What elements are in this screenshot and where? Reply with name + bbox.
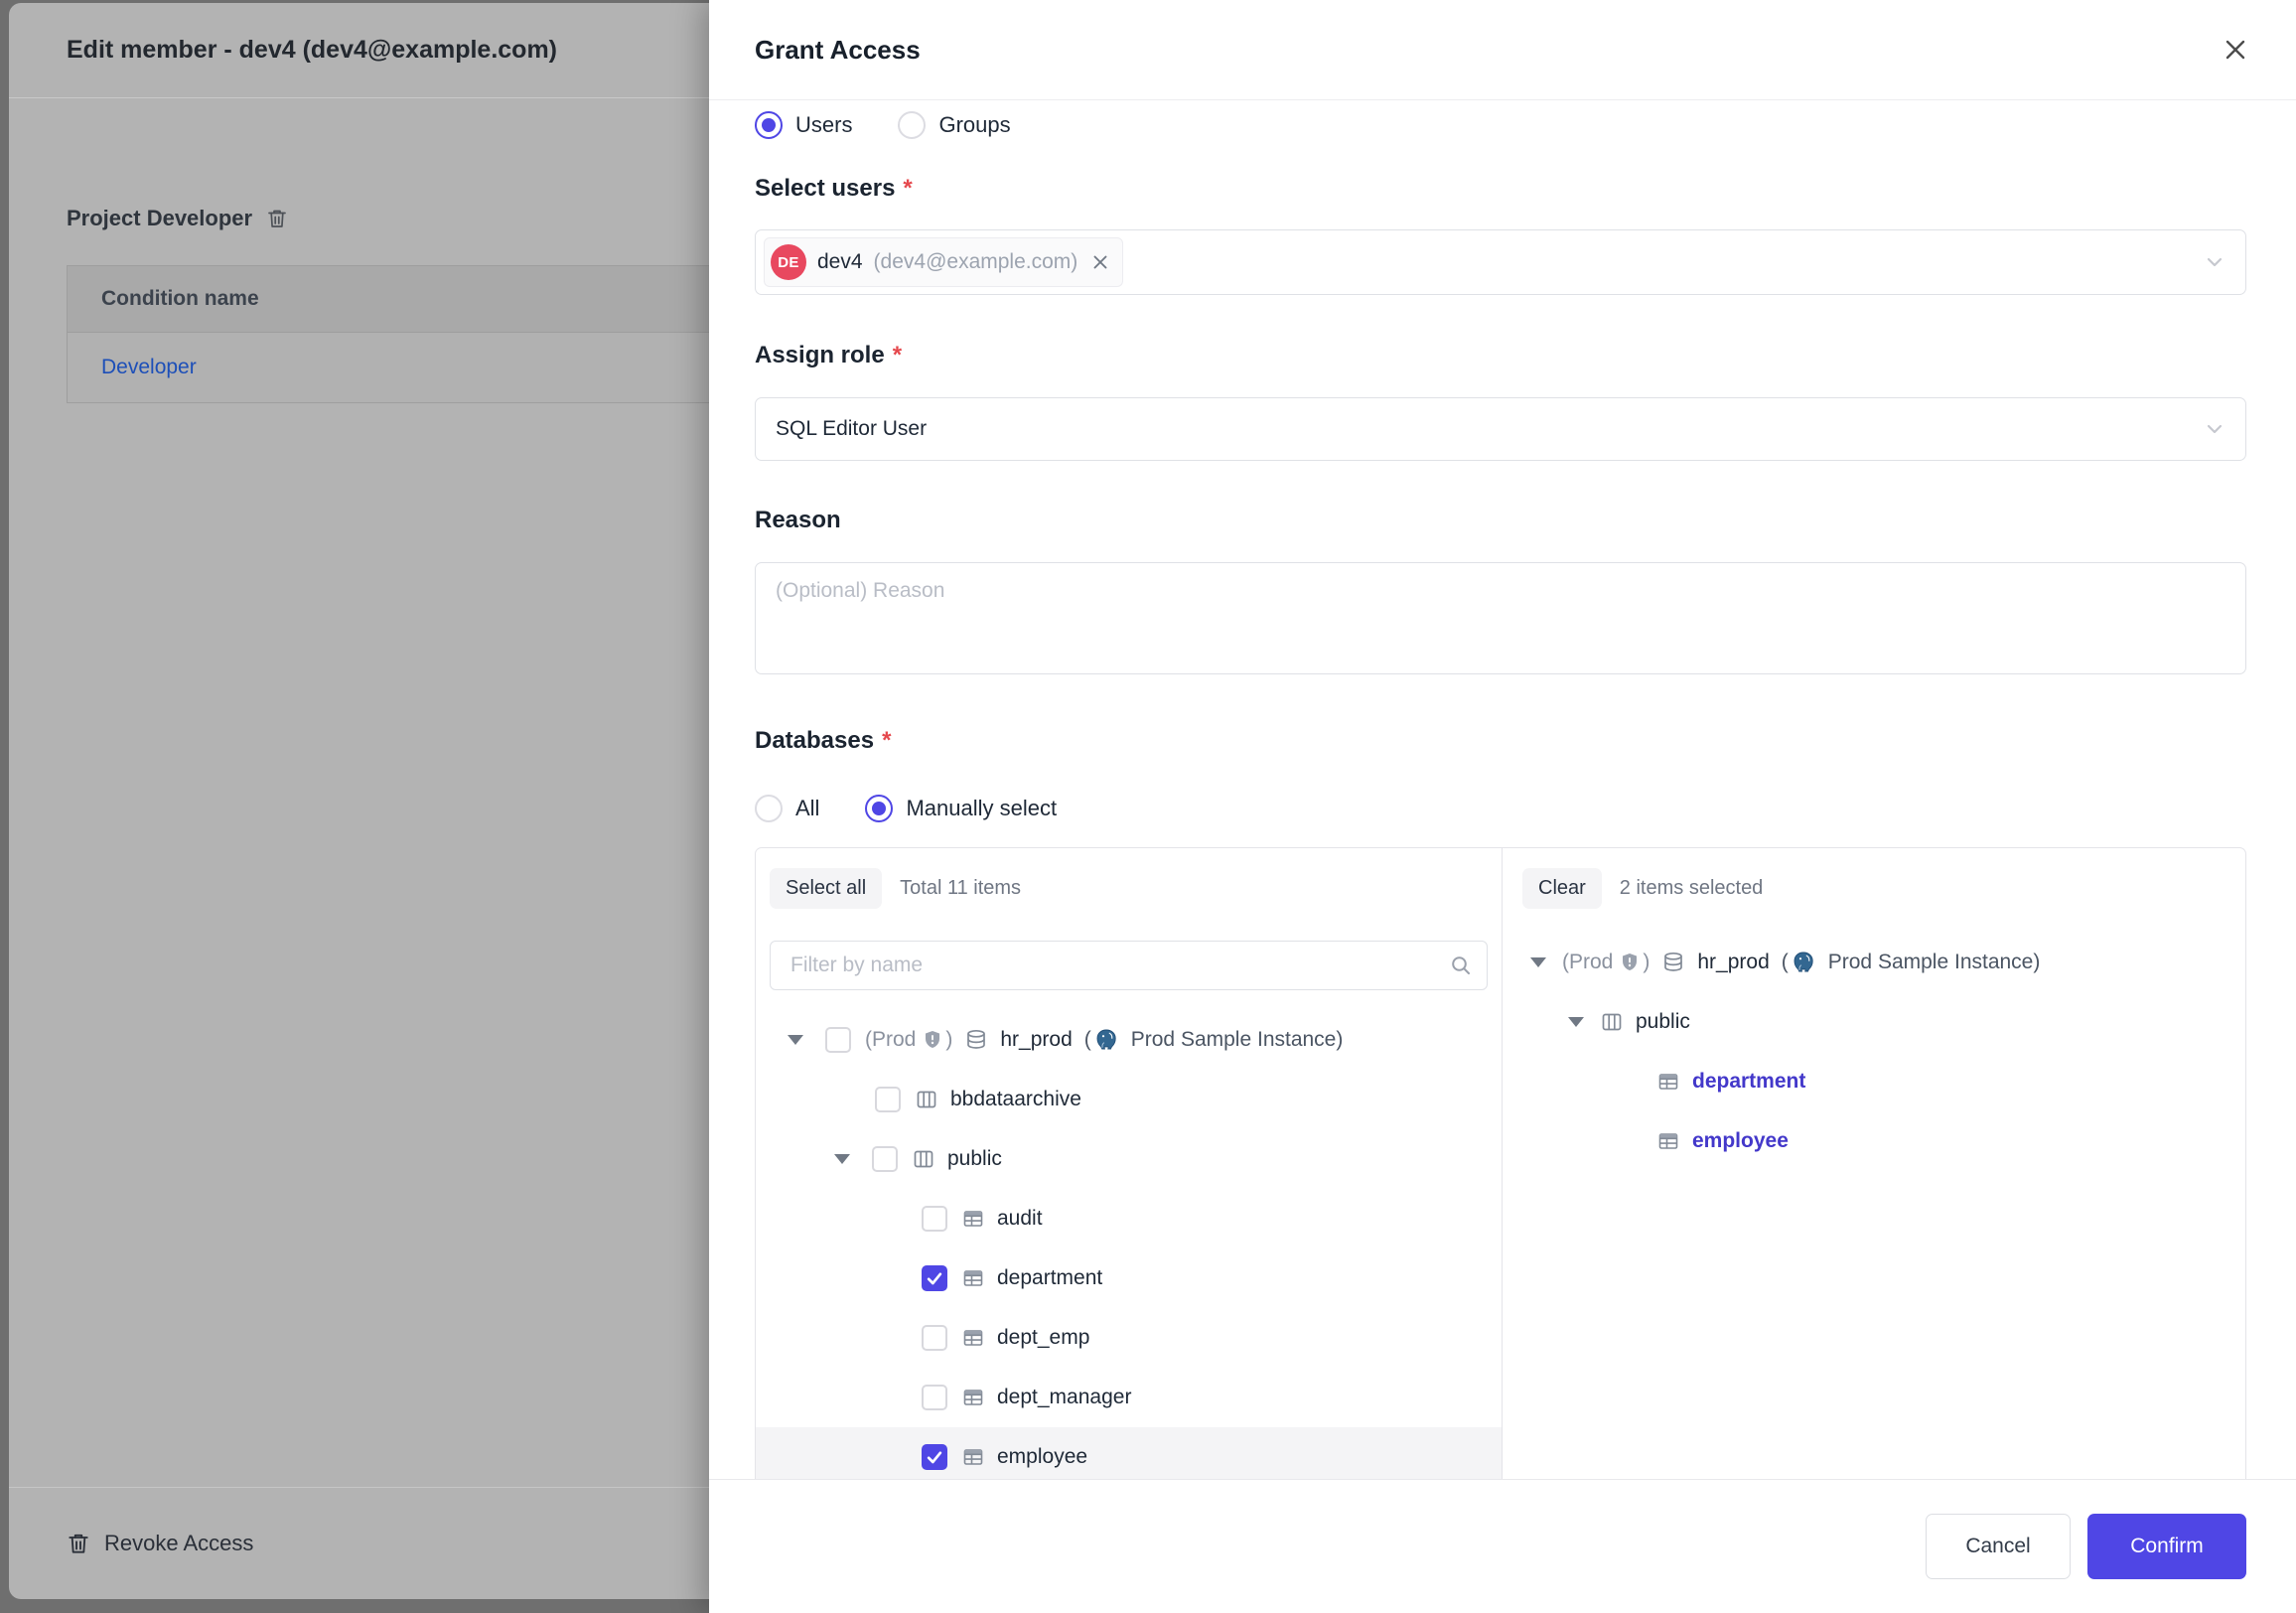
select-users-input[interactable]: DE dev4 (dev4@example.com) (755, 229, 2246, 295)
tree-row-hr-prod[interactable]: (Prod ) (1522, 933, 2225, 992)
database-icon (1661, 951, 1685, 974)
checkbox[interactable] (922, 1325, 947, 1351)
page-title: Edit member - dev4 (dev4@example.com) (67, 36, 557, 65)
tree-row-dept-manager[interactable]: dept_manager (770, 1368, 1488, 1427)
shield-alert-icon (1619, 952, 1641, 973)
checkbox[interactable] (872, 1146, 898, 1172)
databases-label: Databases* (755, 726, 2246, 756)
close-icon[interactable] (2221, 35, 2250, 65)
trash-icon[interactable] (266, 208, 288, 229)
role-group-title: Project Developer (67, 206, 252, 231)
confirm-button[interactable]: Confirm (2087, 1514, 2246, 1579)
checkbox[interactable] (825, 1027, 851, 1053)
member-type-radio-group: Users Groups (755, 110, 2246, 140)
drawer-header: Grant Access (709, 0, 2296, 100)
filter-input-wrap (770, 941, 1488, 990)
radio-icon[interactable] (898, 111, 926, 139)
caret-down-icon[interactable] (1568, 1017, 1584, 1027)
clear-button[interactable]: Clear (1522, 868, 1602, 909)
filter-input[interactable] (789, 953, 1449, 978)
target-tree: (Prod ) (1522, 933, 2225, 1171)
chevron-down-icon (2202, 249, 2227, 275)
radio-all[interactable]: All (755, 795, 819, 822)
table-icon (961, 1266, 985, 1290)
tree-row-employee[interactable]: employee (1522, 1111, 2225, 1171)
drawer-body: Users Groups Select users* DE dev4 (dev4… (709, 100, 2296, 1480)
selected-table-link[interactable]: department (1692, 1070, 1805, 1094)
table-icon (1656, 1070, 1680, 1094)
assign-role-label: Assign role* (755, 341, 2246, 370)
grant-access-drawer: Grant Access Users Groups Select users* (709, 0, 2296, 1613)
selected-count-label: 2 items selected (1620, 877, 1764, 900)
tree-row-bbdataarchive[interactable]: bbdataarchive (770, 1070, 1488, 1129)
user-tag-name: dev4 (817, 250, 863, 274)
checkbox[interactable] (875, 1087, 901, 1112)
total-items-label: Total 11 items (900, 877, 1021, 900)
table-icon (961, 1445, 985, 1469)
tree-row-employee[interactable]: employee (756, 1427, 1502, 1480)
shield-alert-icon (922, 1029, 943, 1051)
reason-label: Reason (755, 506, 2246, 535)
condition-link-developer[interactable]: Developer (101, 356, 197, 379)
table-icon (961, 1207, 985, 1231)
search-icon (1449, 953, 1473, 977)
remove-tag-icon[interactable] (1090, 252, 1110, 272)
transfer-source-pane: Select all Total 11 items (756, 848, 1503, 1480)
databases-radio-group: All Manually select (755, 794, 2246, 823)
transfer-target-pane: Clear 2 items selected (Prod (1503, 848, 2245, 1480)
user-tag: DE dev4 (dev4@example.com) (764, 237, 1123, 287)
schema-icon (915, 1088, 938, 1111)
radio-icon[interactable] (865, 795, 893, 822)
source-tree: (Prod ) (770, 1010, 1488, 1480)
cancel-button[interactable]: Cancel (1926, 1514, 2071, 1579)
postgres-icon (1791, 950, 1816, 975)
selected-table-link[interactable]: employee (1692, 1129, 1789, 1153)
caret-down-icon[interactable] (834, 1154, 850, 1164)
postgres-icon (1093, 1027, 1119, 1053)
select-all-button[interactable]: Select all (770, 868, 882, 909)
radio-icon[interactable] (755, 795, 783, 822)
table-icon (1656, 1129, 1680, 1153)
tree-row-department[interactable]: department (770, 1248, 1488, 1308)
reason-textarea[interactable] (755, 562, 2246, 674)
checkbox[interactable] (922, 1265, 947, 1291)
tree-row-department[interactable]: department (1522, 1052, 2225, 1111)
database-icon (964, 1028, 988, 1052)
radio-groups[interactable]: Groups (898, 111, 1010, 139)
revoke-access-button[interactable]: Revoke Access (104, 1531, 253, 1556)
schema-icon (1600, 1010, 1624, 1034)
schema-icon (912, 1147, 935, 1171)
tree-row-public[interactable]: public (1522, 992, 2225, 1052)
tree-row-public[interactable]: public (770, 1129, 1488, 1189)
caret-down-icon[interactable] (1530, 957, 1546, 967)
assign-role-select[interactable]: SQL Editor User (755, 397, 2246, 461)
assign-role-value: SQL Editor User (776, 417, 927, 441)
chevron-down-icon (2202, 416, 2227, 442)
checkbox[interactable] (922, 1385, 947, 1410)
checkbox[interactable] (922, 1444, 947, 1470)
select-users-label: Select users* (755, 174, 2246, 204)
radio-manually-select[interactable]: Manually select (865, 795, 1057, 822)
database-transfer: Select all Total 11 items (755, 847, 2246, 1480)
drawer-title: Grant Access (755, 35, 921, 66)
radio-icon[interactable] (755, 111, 783, 139)
tree-row-hr-prod[interactable]: (Prod ) (770, 1010, 1488, 1070)
checkbox[interactable] (922, 1206, 947, 1232)
radio-users[interactable]: Users (755, 111, 852, 139)
tree-row-dept-emp[interactable]: dept_emp (770, 1308, 1488, 1368)
avatar: DE (771, 244, 806, 280)
tree-row-audit[interactable]: audit (770, 1189, 1488, 1248)
trash-icon (67, 1532, 90, 1555)
caret-down-icon[interactable] (788, 1035, 803, 1045)
table-icon (961, 1326, 985, 1350)
drawer-footer: Cancel Confirm (709, 1479, 2296, 1613)
user-tag-email: (dev4@example.com) (874, 250, 1078, 274)
table-icon (961, 1386, 985, 1409)
